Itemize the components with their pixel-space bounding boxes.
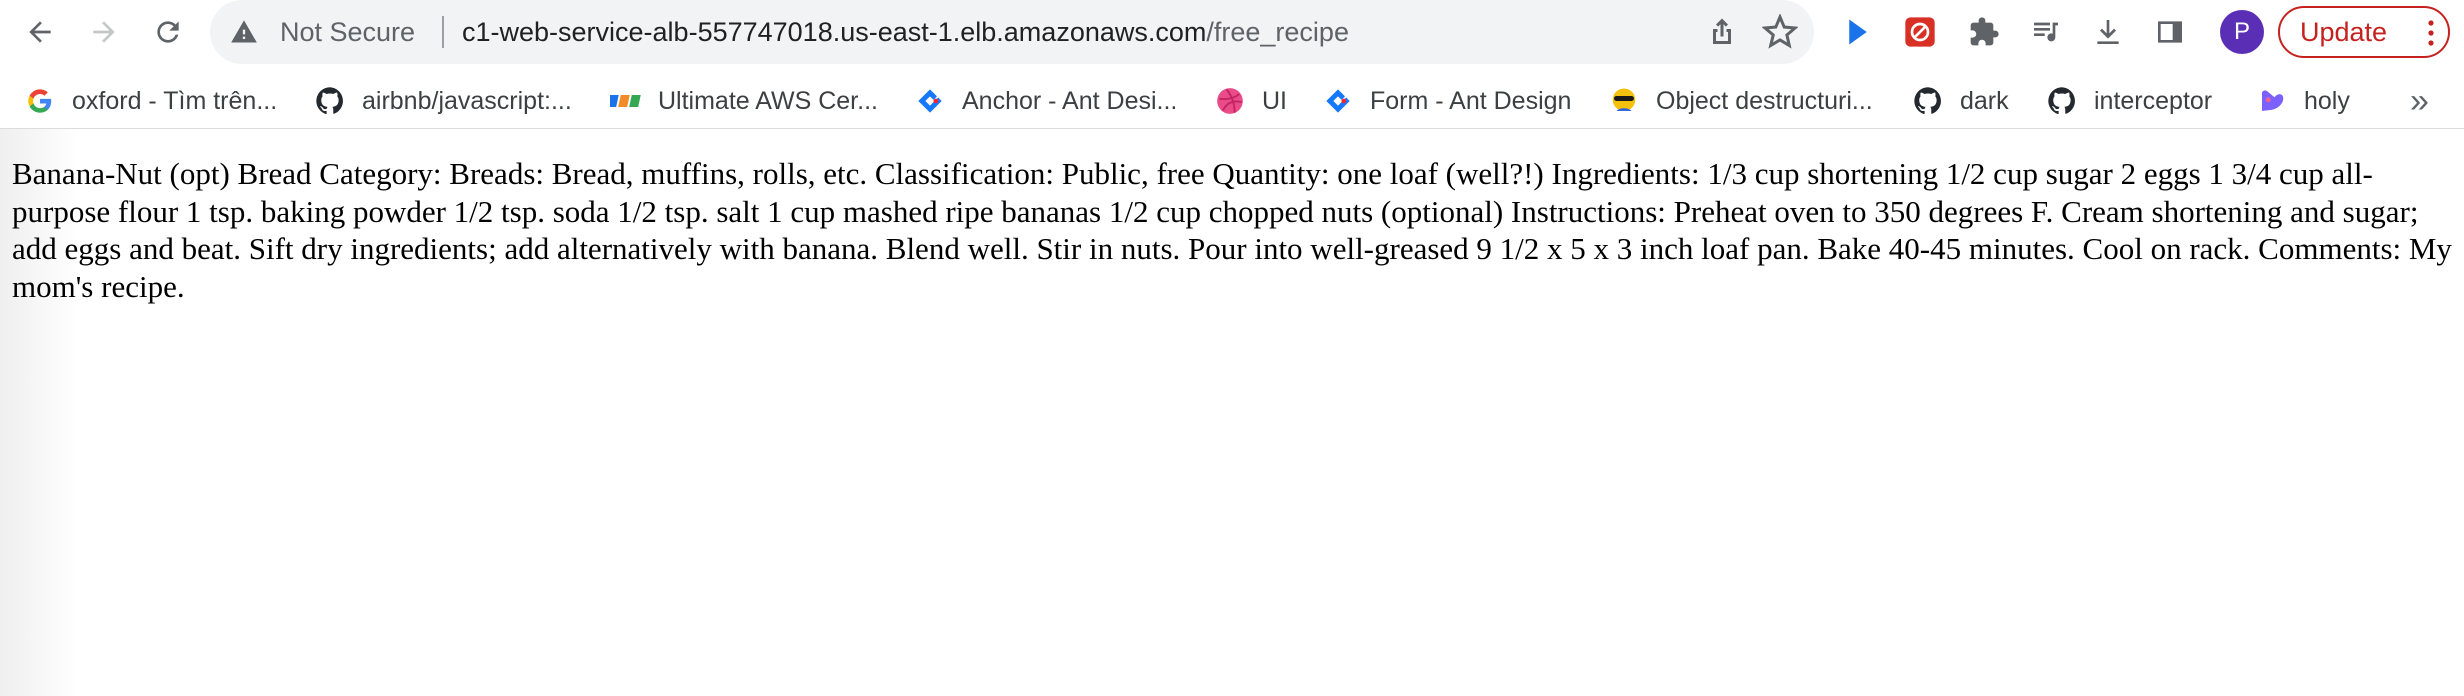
bookmark-item[interactable]: interceptor [2046, 82, 2212, 120]
side-panel-icon[interactable] [2152, 14, 2188, 50]
url-text[interactable]: c1-web-service-alb-557747018.us-east-1.e… [462, 16, 1349, 48]
recipe-text: Banana-Nut (opt) Bread Category: Breads:… [12, 156, 2452, 304]
warning-icon [231, 20, 257, 43]
ant-design-icon [914, 85, 946, 117]
dribbble-icon [1214, 85, 1246, 117]
bookmark-label: dark [1960, 86, 2009, 115]
share-icon[interactable] [1704, 14, 1740, 50]
bookmark-item[interactable]: Object destructuri... [1608, 82, 1873, 120]
bookmark-label: Form - Ant Design [1370, 86, 1572, 115]
bookmark-label: Object destructuri... [1656, 86, 1873, 115]
extension-cursor-icon[interactable] [1840, 14, 1876, 50]
media-playlist-icon[interactable] [2028, 14, 2064, 50]
google-icon [24, 85, 56, 117]
bookmark-label: UI [1262, 86, 1287, 115]
extension-blocker-icon[interactable] [1902, 14, 1938, 50]
update-label: Update [2300, 16, 2388, 47]
bookmark-item[interactable]: Ultimate AWS Cer... [610, 82, 878, 120]
omnibox-divider [442, 16, 444, 48]
bookmark-item[interactable]: oxford - Tìm trên... [24, 82, 277, 120]
github-icon [2046, 85, 2078, 117]
bookmark-star-icon[interactable] [1762, 14, 1798, 50]
extensions-puzzle-icon[interactable] [1966, 14, 2002, 50]
bookmark-label: interceptor [2094, 86, 2213, 115]
arrow-left-icon [29, 21, 51, 43]
profile-avatar[interactable]: P [2220, 10, 2264, 54]
bookmark-item[interactable]: holy [2256, 82, 2350, 120]
more-vert-icon [2428, 20, 2434, 46]
kapwing-icon [2256, 85, 2288, 117]
bookmark-item[interactable]: Form - Ant Design [1322, 82, 1571, 120]
arrow-right-icon [93, 21, 115, 43]
github-icon [1912, 85, 1944, 117]
bookmarks-bar: oxford - Tìm trên... airbnb/javascript:.… [0, 74, 2464, 129]
address-bar[interactable]: Not Secure c1-web-service-alb-557747018.… [210, 0, 1814, 64]
mdn-icon [1608, 85, 1640, 117]
browser-toolbar: Not Secure c1-web-service-alb-557747018.… [0, 0, 2464, 64]
bookmark-item[interactable]: UI [1214, 82, 1287, 120]
security-status[interactable]: Not Secure [280, 16, 415, 48]
bookmark-label: oxford - Tìm trên... [72, 86, 278, 115]
bookmark-label: airbnb/javascript:... [362, 86, 572, 115]
bookmark-label: holy [2304, 86, 2350, 115]
bookmark-label: Ultimate AWS Cer... [658, 86, 878, 115]
bookmarks-overflow-button[interactable]: » [2410, 82, 2429, 120]
bookmark-item[interactable]: airbnb/javascript:... [314, 82, 572, 120]
forward-button[interactable] [80, 8, 128, 56]
ant-design-icon [1322, 85, 1354, 117]
bookmark-item[interactable]: dark [1912, 82, 2009, 120]
reload-icon [157, 21, 179, 43]
url-path: /free_recipe [1206, 17, 1349, 47]
reload-button[interactable] [144, 8, 192, 56]
bookmark-label: Anchor - Ant Desi... [962, 86, 1178, 115]
download-icon[interactable] [2090, 14, 2126, 50]
bookmark-item[interactable]: Anchor - Ant Desi... [914, 82, 1177, 120]
page-content: Banana-Nut (opt) Bread Category: Breads:… [0, 129, 2464, 696]
back-button[interactable] [16, 8, 64, 56]
fpt-icon [610, 85, 642, 117]
github-icon [314, 85, 346, 117]
url-host: c1-web-service-alb-557747018.us-east-1.e… [462, 17, 1207, 47]
update-button[interactable]: Update [2278, 6, 2450, 58]
